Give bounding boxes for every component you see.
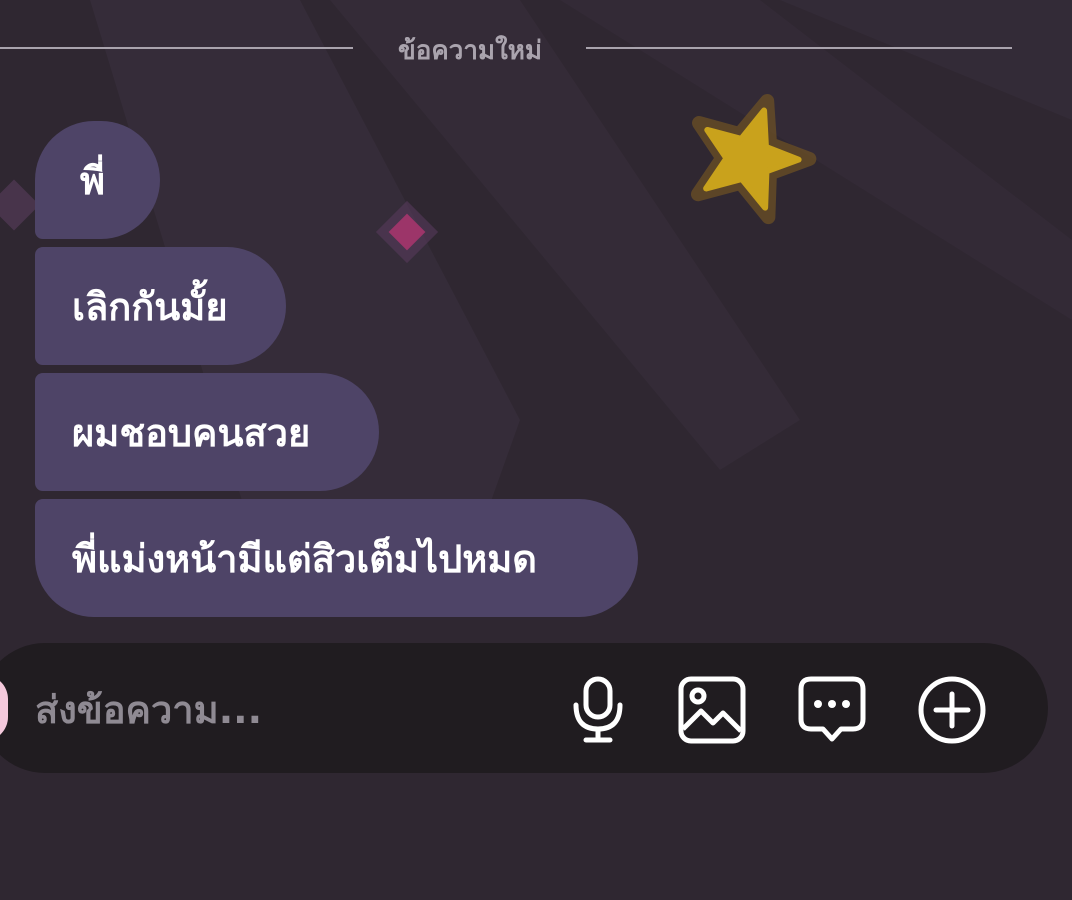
microphone-button[interactable] bbox=[558, 670, 638, 750]
divider-line-left bbox=[0, 47, 353, 49]
message-bubble[interactable]: ผมชอบคนสวย bbox=[35, 373, 379, 491]
image-icon bbox=[678, 676, 746, 744]
image-button[interactable] bbox=[672, 670, 752, 750]
divider-label: ข้อความใหม่ bbox=[397, 36, 543, 66]
message-text: พี่ bbox=[80, 159, 106, 203]
divider-line-right bbox=[586, 47, 1012, 49]
message-bubble[interactable]: พี่ bbox=[35, 121, 160, 239]
chat-button[interactable] bbox=[792, 670, 872, 750]
chat-bubble-icon bbox=[798, 676, 866, 742]
message-bubble[interactable]: พี่แม่งหน้ามีแต่สิวเต็มไปหมด bbox=[35, 499, 638, 617]
message-text: ผมชอบคนสวย bbox=[72, 411, 311, 455]
message-input[interactable]: ส่งข้อความ... bbox=[35, 688, 262, 732]
message-text: พี่แม่งหน้ามีแต่สิวเต็มไปหมด bbox=[72, 537, 537, 581]
message-bubble[interactable]: เลิกกันมั้ย bbox=[35, 247, 286, 365]
microphone-icon bbox=[573, 676, 623, 743]
new-messages-divider: ข้อความใหม่ bbox=[0, 26, 1012, 70]
add-button[interactable] bbox=[912, 670, 992, 750]
plus-circle-icon bbox=[918, 676, 986, 744]
message-text: เลิกกันมั้ย bbox=[72, 285, 228, 329]
chat-screen: ข้อความใหม่ พี่ เลิกกันมั้ย ผมชอบคนสวย พ… bbox=[0, 0, 1072, 900]
